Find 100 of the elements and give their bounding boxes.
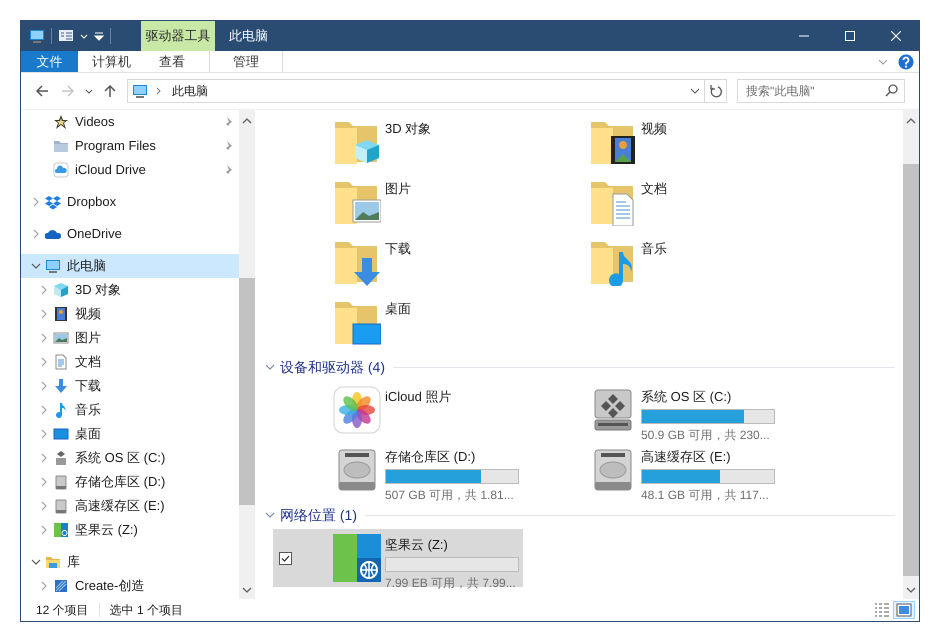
chevron-right-icon[interactable] — [39, 477, 49, 487]
nav-item[interactable]: 下载 — [21, 374, 239, 398]
ribbon-tab[interactable]: 查看 — [145, 51, 199, 72]
nav-item-label: 视频 — [75, 305, 102, 324]
network-drive-icon — [333, 534, 381, 582]
scroll-down-icon[interactable] — [242, 587, 252, 593]
item-tile[interactable]: iCloud 照片 — [273, 381, 523, 439]
chevron-right-icon[interactable] — [39, 381, 49, 391]
nav-item[interactable]: 音乐 — [21, 398, 239, 422]
chevron-right-icon[interactable] — [39, 581, 49, 591]
item-tile[interactable]: 桌面 — [273, 293, 523, 351]
item-tile[interactable]: 图片 — [273, 173, 523, 231]
scrollbar-thumb[interactable] — [903, 164, 919, 576]
nav-item-label: OneDrive — [67, 225, 123, 244]
scrollbar[interactable] — [903, 110, 919, 599]
nav-item-label: 此电脑 — [67, 257, 107, 276]
nav-item[interactable]: OneDrive — [21, 222, 239, 246]
library-icon — [45, 554, 61, 570]
nav-item-label: Program Files — [75, 137, 157, 156]
group-header[interactable]: 网络位置 (1) — [280, 504, 357, 526]
chevron-right-icon[interactable] — [39, 429, 49, 439]
nav-item-label: 下载 — [75, 377, 102, 396]
chevron-right-icon — [156, 87, 162, 95]
search-field[interactable]: 搜索"此电脑" — [737, 79, 905, 103]
nav-item[interactable]: Create-创造 — [21, 574, 239, 598]
help-icon — [898, 54, 914, 70]
checkbox[interactable] — [279, 552, 292, 564]
scroll-up-icon[interactable] — [906, 118, 916, 124]
item-name: 3D 对象 — [385, 121, 432, 137]
nav-item[interactable]: 桌面 — [21, 422, 239, 446]
nav-item[interactable]: 3D 对象 — [21, 278, 239, 302]
chevron-down-icon — [878, 58, 888, 64]
nav-item-label: 坚果云 (Z:) — [75, 521, 139, 540]
nav-item[interactable]: 文档 — [21, 350, 239, 374]
large-icons-view-icon — [896, 602, 912, 618]
chevron-right-icon[interactable] — [39, 309, 49, 319]
nav-item[interactable]: Videos — [21, 110, 239, 134]
scrollbar-thumb[interactable] — [239, 278, 255, 505]
nav-item[interactable]: 此电脑 — [21, 254, 239, 278]
chevron-down-icon — [690, 88, 700, 94]
scrollbar[interactable] — [239, 110, 255, 599]
drive-icon — [53, 498, 69, 514]
chevron-right-icon[interactable] — [39, 501, 49, 511]
nav-item-label: 系统 OS 区 (C:) — [75, 449, 166, 468]
nav-item[interactable]: 高速缓存区 (E:) — [21, 494, 239, 518]
chevron-down-icon[interactable] — [31, 261, 41, 271]
chevron-right-icon[interactable] — [31, 229, 41, 239]
item-name: 坚果云 (Z:) — [385, 537, 449, 553]
item-name: 图片 — [385, 181, 411, 197]
nav-item[interactable]: iCloud Drive — [21, 158, 239, 182]
properties-icon[interactable] — [58, 28, 74, 44]
nav-item-label: 高速缓存区 (E:) — [75, 497, 166, 516]
monitor-icon — [132, 83, 148, 99]
chevron-right-icon[interactable] — [39, 405, 49, 415]
nav-item[interactable]: 存储仓库区 (D:) — [21, 470, 239, 494]
chevron-right-icon[interactable] — [39, 285, 49, 295]
chevron-right-icon[interactable] — [39, 525, 49, 535]
item-tile[interactable]: 坚果云 (Z:) 7.99 EB 可用，共 7.99... — [273, 529, 523, 587]
customize-arrow-icon[interactable] — [94, 32, 104, 40]
nav-item-label: Create-创造 — [75, 577, 146, 596]
nav-item[interactable]: 库 — [21, 550, 239, 574]
nav-item[interactable]: Program Files — [21, 134, 239, 158]
group-header[interactable]: 设备和驱动器 (4) — [280, 356, 385, 378]
nav-item[interactable]: 视频 — [21, 302, 239, 326]
nav-item[interactable]: 坚果云 (Z:) — [21, 518, 239, 542]
nav-item-label: Videos — [75, 113, 116, 132]
ribbon-tab[interactable]: 文件 — [21, 51, 78, 72]
star-icon — [53, 114, 69, 130]
down-arrow-icon — [53, 378, 69, 394]
nav-item[interactable]: 系统 OS 区 (C:) — [21, 446, 239, 470]
ribbon-tab[interactable]: 管理 — [209, 51, 283, 72]
film-icon — [53, 306, 69, 322]
item-tile[interactable]: 3D 对象 — [273, 113, 523, 171]
view-button[interactable] — [893, 601, 915, 619]
item-name: 下载 — [385, 241, 411, 257]
item-tile[interactable]: 视频 — [529, 113, 779, 171]
close-icon — [891, 31, 901, 41]
nav-item-label: 桌面 — [75, 425, 102, 444]
nav-item[interactable]: 图片 — [21, 326, 239, 350]
chevron-right-icon[interactable] — [39, 453, 49, 463]
drive-icon — [53, 450, 69, 466]
scroll-down-icon[interactable] — [906, 587, 916, 593]
library-icon — [53, 578, 69, 594]
item-name: 桌面 — [385, 301, 411, 317]
nav-item[interactable]: Dropbox — [21, 190, 239, 214]
chevron-right-icon[interactable] — [31, 197, 41, 207]
scroll-up-icon[interactable] — [242, 118, 252, 124]
item-name: iCloud 照片 — [385, 389, 452, 405]
chevron-right-icon[interactable] — [39, 333, 49, 343]
monitor-icon — [45, 258, 61, 274]
chevron-down-icon[interactable] — [31, 557, 41, 567]
item-tile[interactable]: 文档 — [529, 173, 779, 231]
chevron-right-icon[interactable] — [39, 357, 49, 367]
ribbon-tab[interactable]: 计算机 — [78, 51, 145, 72]
item-name: 系统 OS 区 (C:) — [641, 389, 732, 405]
item-tile[interactable]: 音乐 — [529, 233, 779, 291]
address-text: 此电脑 — [172, 83, 208, 100]
item-tile[interactable]: 下载 — [273, 233, 523, 291]
monitor-icon[interactable] — [29, 28, 45, 44]
address-bar[interactable]: 此电脑 — [127, 79, 727, 103]
